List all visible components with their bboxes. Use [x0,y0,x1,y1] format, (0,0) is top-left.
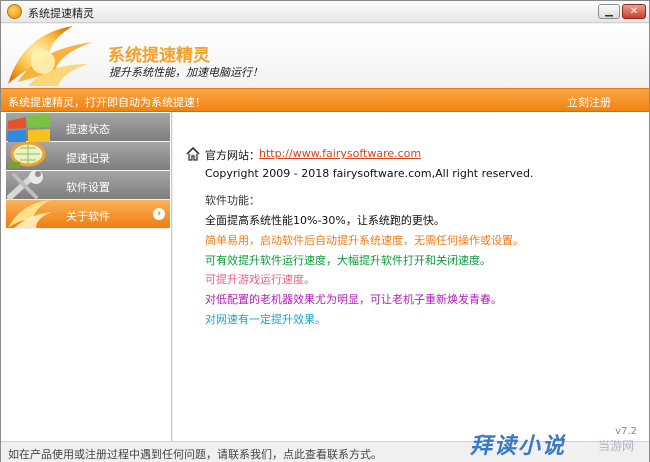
racket-icon [8,142,46,168]
watermark-sub-text: 当游网 [598,439,635,453]
sidebar-item-label: 关于软件 [66,210,110,223]
feature-item: 可提升游戏运行速度。 [205,273,315,286]
rocket-icon [8,200,52,228]
sidebar-item-speed-records[interactable]: 提速记录 [6,142,170,171]
official-site-link[interactable]: http://www.fairysoftware.com [259,147,421,160]
app-slogan: 提升系统性能，加速电脑运行！ [109,66,263,79]
app-icon [7,4,22,19]
sidebar: 提速状态 提速记录 软件设置 关于软件 › [1,112,172,441]
home-icon [186,147,200,161]
sidebar-item-software-settings[interactable]: 软件设置 [6,171,170,200]
contact-help-link[interactable]: 如在产品使用或注册过程中遇到任何问题，请联系我们，点此查看联系方式。 [8,446,382,462]
windows-logo-icon [8,113,50,142]
minimize-button[interactable]: ▁ [598,4,620,19]
banner-text: 系统提速精灵，打开即自动为系统提速！ [8,96,206,109]
sidebar-item-label: 提速记录 [66,152,110,165]
wrench-icon [7,171,43,200]
title-bar[interactable]: 系统提速精灵 ▁ ✕ [1,1,649,23]
feature-item: 全面提高系统性能10%-30%，让系统跑的更快。 [205,214,445,227]
watermark-logo: 拜读小说 [470,434,567,459]
register-now-link[interactable]: 立刻注册 [567,94,611,110]
version-label: v7.2 [615,426,637,437]
sidebar-item-label: 提速状态 [66,123,110,136]
app-logo-icon [8,26,93,86]
feature-item: 对低配置的老机器效果尤为明显，可让老机子重新焕发青春。 [205,293,502,306]
app-window: 系统提速精灵 ▁ ✕ 系统提速精灵 提升系统性能，加速电脑运行！ 系统提速精灵，… [0,0,650,462]
promo-banner: 系统提速精灵，打开即自动为系统提速！ 立刻注册 [1,88,649,112]
sidebar-item-label: 软件设置 [66,181,110,194]
feature-item: 简单易用，启动软件后自动提升系统速度，无需任何操作或设置。 [205,234,524,247]
chevron-right-icon: › [153,208,165,220]
copyright-text: Copyright 2009 - 2018 fairysoftware.com,… [205,167,534,180]
feature-item: 可有效提升软件运行速度，大幅提升软件打开和关闭速度。 [205,254,491,267]
feature-item: 对网速有一定提升效果。 [205,313,326,326]
sidebar-item-about[interactable]: 关于软件 › [6,200,170,229]
close-button[interactable]: ✕ [622,4,646,19]
sidebar-item-speed-status[interactable]: 提速状态 [6,113,170,142]
app-name: 系统提速精灵 [108,46,210,66]
features-title: 软件功能： [205,194,260,207]
app-header: 系统提速精灵 提升系统性能，加速电脑运行！ [1,24,649,87]
window-title: 系统提速精灵 [28,7,94,20]
about-panel: 官方网站： http://www.fairysoftware.com Copyr… [173,112,649,441]
official-site-label: 官方网站： [205,149,260,162]
